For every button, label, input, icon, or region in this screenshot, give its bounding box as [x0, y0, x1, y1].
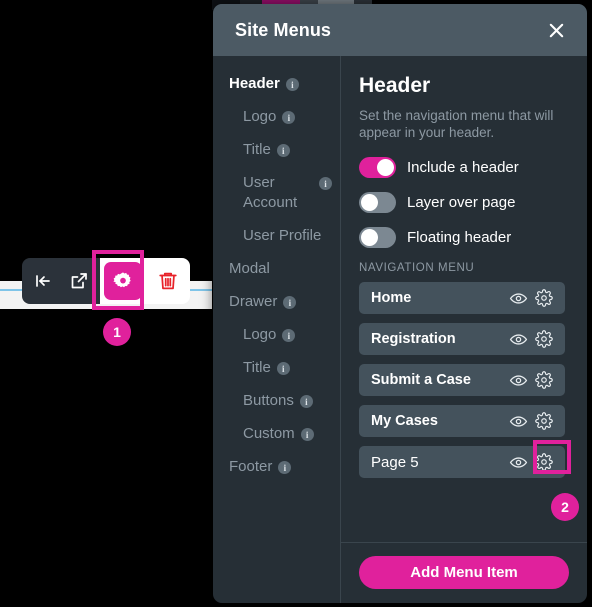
header-settings-panel: Header Set the navigation menu that will…: [341, 56, 587, 542]
toggle-label: Layer over page: [407, 194, 516, 211]
eye-icon[interactable]: [507, 287, 529, 309]
gear-icon[interactable]: [533, 451, 555, 473]
site-menus-dialog: Site Menus Header i Logo i Title i User …: [213, 4, 587, 603]
gear-icon[interactable]: [533, 410, 555, 432]
toolbar-delete-cell: [146, 258, 190, 304]
sidebar-item-modal[interactable]: Modal: [213, 259, 340, 279]
menu-item-label: Registration: [371, 331, 456, 347]
dialog-title: Site Menus: [235, 19, 332, 40]
menu-item-row[interactable]: Page 5: [359, 440, 571, 478]
info-icon[interactable]: i: [283, 296, 297, 309]
sidebar-item-label: Drawer: [229, 293, 278, 310]
sidebar-item-label: Footer: [229, 458, 273, 475]
toggle-switch[interactable]: [359, 157, 396, 178]
sidebar-item-header[interactable]: Header i: [213, 74, 340, 94]
toggle-switch[interactable]: [359, 227, 396, 248]
toggle-switch[interactable]: [359, 192, 396, 213]
eye-icon[interactable]: [507, 410, 529, 432]
step-badge-1: 1: [103, 318, 131, 346]
settings-gear-icon[interactable]: [104, 262, 142, 300]
gear-icon[interactable]: [533, 369, 555, 391]
sidebar-item-title-drawer[interactable]: Title i: [213, 358, 340, 378]
collapse-left-icon[interactable]: [32, 270, 54, 292]
eye-icon[interactable]: [507, 328, 529, 350]
toolbar-settings-cell: [100, 258, 146, 304]
sidebar-item-label: Title: [243, 141, 271, 158]
info-icon[interactable]: i: [299, 395, 313, 408]
sidebar-item-buttons[interactable]: Buttons i: [213, 391, 340, 411]
sidebar-item-label: User Profile: [243, 227, 322, 244]
menu-item-label: Submit a Case: [371, 372, 471, 388]
toggle-floating-header[interactable]: Floating header: [359, 227, 565, 248]
sidebar-item-label: Logo: [243, 108, 277, 125]
dialog-sidebar: Header i Logo i Title i User Account i U…: [213, 56, 341, 603]
gear-icon[interactable]: [533, 287, 555, 309]
sidebar-item-title-header[interactable]: Title i: [213, 140, 340, 160]
toggle-include-a-header[interactable]: Include a header: [359, 157, 565, 178]
info-icon[interactable]: i: [282, 111, 296, 124]
sidebar-item-label: Header: [229, 75, 280, 92]
info-icon[interactable]: i: [285, 78, 299, 91]
menu-item-row[interactable]: Submit a Case: [359, 364, 565, 396]
sidebar-item-label: Title: [243, 359, 271, 376]
dialog-footer: Add Menu Item: [341, 542, 587, 603]
navigation-menu-section-label: NAVIGATION MENU: [359, 262, 475, 274]
sidebar-item-footer[interactable]: Footer i: [213, 457, 340, 477]
sidebar-item-label: Logo: [243, 326, 277, 343]
element-toolbar: [22, 258, 190, 304]
menu-item-label: Page 5: [371, 453, 419, 471]
menu-item-label: My Cases: [371, 413, 438, 429]
sidebar-item-logo-header[interactable]: Logo i: [213, 107, 340, 127]
sidebar-item-drawer[interactable]: Drawer i: [213, 292, 340, 312]
step-badge-2: 2: [551, 493, 579, 521]
sidebar-item-custom[interactable]: Custom i: [213, 424, 340, 444]
sidebar-item-label: Modal: [229, 260, 270, 277]
info-icon[interactable]: i: [276, 144, 290, 157]
sidebar-item-label: Buttons: [243, 392, 294, 409]
eye-icon[interactable]: [507, 451, 529, 473]
menu-item-row[interactable]: Home: [359, 282, 565, 314]
sidebar-item-label: User Account: [243, 174, 298, 211]
menu-item-row[interactable]: Registration: [359, 323, 565, 355]
menu-item-label: Home: [371, 290, 412, 306]
info-icon[interactable]: i: [319, 177, 332, 190]
sidebar-item-user-profile[interactable]: User Profile: [213, 226, 340, 246]
info-icon[interactable]: i: [282, 329, 296, 342]
info-icon[interactable]: i: [300, 428, 314, 441]
toggle-layer-over-page[interactable]: Layer over page: [359, 192, 565, 213]
sidebar-item-label: Custom: [243, 425, 295, 442]
toggle-label: Floating header: [407, 229, 512, 246]
dialog-content: Header Set the navigation menu that will…: [341, 56, 587, 603]
toggle-label: Include a header: [407, 159, 519, 176]
open-external-icon[interactable]: [68, 270, 90, 292]
gear-icon[interactable]: [533, 328, 555, 350]
info-icon[interactable]: i: [276, 362, 290, 375]
sidebar-item-user-account[interactable]: User Account i: [213, 173, 340, 213]
info-icon[interactable]: i: [278, 461, 292, 474]
menu-item-row[interactable]: My Cases: [359, 405, 565, 437]
toolbar-dark-group: [22, 258, 100, 304]
panel-description: Set the navigation menu that will appear…: [359, 108, 554, 140]
close-icon[interactable]: [539, 13, 573, 47]
panel-title: Header: [359, 74, 431, 97]
eye-icon[interactable]: [507, 369, 529, 391]
add-menu-item-button[interactable]: Add Menu Item: [359, 556, 569, 589]
dialog-body: Header i Logo i Title i User Account i U…: [213, 56, 587, 603]
sidebar-item-logo-drawer[interactable]: Logo i: [213, 325, 340, 345]
dialog-header: Site Menus: [213, 4, 587, 56]
delete-trash-icon[interactable]: [157, 270, 179, 292]
